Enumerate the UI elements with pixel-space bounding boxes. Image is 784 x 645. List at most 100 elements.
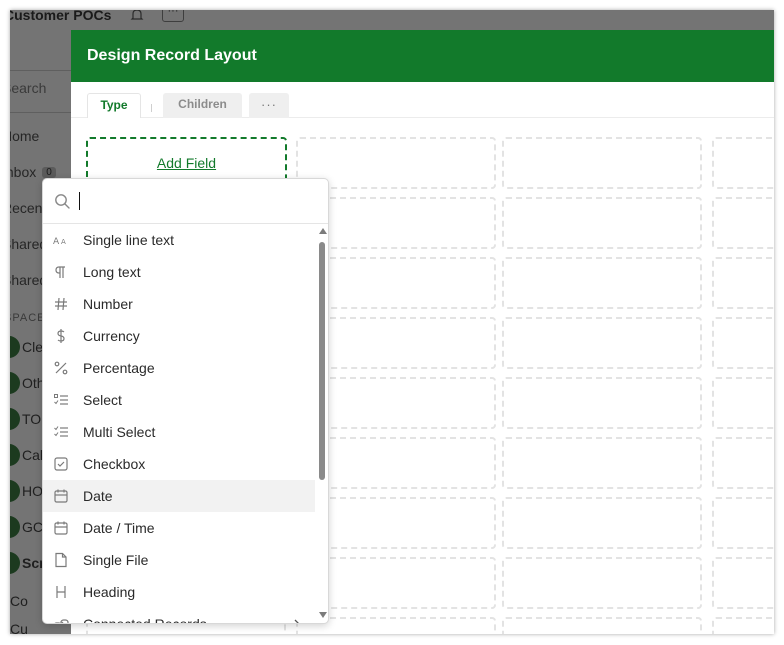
field-type-label: Checkbox [83, 456, 146, 472]
layout-grid-cell [712, 497, 774, 549]
checkbox-icon [53, 456, 69, 472]
app-title: Customer POCs [10, 10, 112, 23]
layout-grid-cell [502, 557, 702, 609]
layout-grid-cell [712, 557, 774, 609]
layout-grid-cell [502, 437, 702, 489]
field-type-option-connected-records[interactable]: Connected Records [43, 608, 315, 624]
scroll-up-arrow-icon[interactable] [319, 228, 327, 234]
sidebar-item-home: Home [10, 128, 40, 144]
layout-grid-cell [502, 137, 702, 189]
space-label: Cal [22, 447, 44, 463]
field-type-label: Percentage [83, 360, 155, 376]
layout-grid-cell [712, 437, 774, 489]
layout-grid-cell [502, 197, 702, 249]
hash-icon [53, 296, 69, 312]
svg-text:A: A [53, 237, 60, 247]
dialog-header: Design Record Layout [71, 30, 774, 82]
tab-divider [151, 104, 152, 112]
link-icon [53, 616, 69, 623]
space-avatar [10, 516, 20, 538]
calendar-clock-icon [53, 520, 69, 536]
layout-grid-cell [502, 317, 702, 369]
scroll-down-arrow-icon[interactable] [319, 612, 327, 618]
field-type-label: Number [83, 296, 133, 312]
chevron-right-icon [291, 617, 303, 623]
space-label: GC [22, 519, 43, 535]
tab-type[interactable]: Type [87, 93, 141, 118]
layout-grid-cell [712, 197, 774, 249]
field-type-option-checkbox[interactable]: Checkbox [43, 448, 315, 480]
calendar-icon [53, 488, 69, 504]
field-type-option-number[interactable]: Number [43, 288, 315, 320]
space-label: Cle [22, 339, 44, 355]
sidebar-item-label: Inbox [10, 164, 37, 180]
dropdown-scrollbar[interactable] [316, 224, 328, 623]
percent-icon [53, 360, 69, 376]
field-type-option-single-file[interactable]: Single File [43, 544, 315, 576]
dollar-icon [53, 328, 69, 344]
space-label: TO [22, 411, 42, 427]
space-avatar [10, 480, 20, 502]
add-field-link[interactable]: Add Field [88, 155, 285, 171]
layout-grid-cell [502, 617, 702, 634]
space-label: Co [10, 593, 28, 609]
sidebar-search-label: Search [10, 80, 47, 96]
space-avatar [10, 372, 20, 394]
layout-grid-cell [712, 317, 774, 369]
field-type-option-currency[interactable]: Currency [43, 320, 315, 352]
space-avatar [10, 552, 20, 574]
layout-grid-cell [712, 257, 774, 309]
field-type-list: AA Single line text Long text Number Cur… [43, 224, 315, 624]
bell-icon [130, 10, 144, 22]
field-type-label: Multi Select [83, 424, 156, 440]
dialog-title: Design Record Layout [87, 47, 257, 64]
heading-icon [53, 584, 69, 600]
tab-bar: Type Children ··· [71, 82, 774, 118]
field-type-option-heading[interactable]: Heading [43, 576, 315, 608]
field-type-label: Date [83, 488, 113, 504]
search-icon [54, 193, 71, 210]
dropdown-search-row [43, 179, 328, 224]
field-type-search-input[interactable] [77, 189, 317, 213]
layout-grid-cell [502, 257, 702, 309]
field-type-dropdown: AA Single line text Long text Number Cur… [42, 178, 329, 624]
field-type-option-date[interactable]: Date [43, 480, 315, 512]
space-label: Cu [10, 621, 28, 634]
background-topbar: Customer POCs ··· [10, 10, 774, 28]
layout-grid-cell [712, 617, 774, 634]
tab-more-button[interactable]: ··· [249, 93, 289, 118]
divider [10, 70, 72, 71]
layout-grid-cell [712, 137, 774, 189]
divider [10, 112, 72, 113]
field-type-label: Single File [83, 552, 149, 568]
field-type-label: Long text [83, 264, 141, 280]
tab-children[interactable]: Children [163, 93, 242, 118]
field-type-label: Select [83, 392, 122, 408]
field-type-option-select[interactable]: Select [43, 384, 315, 416]
field-type-label: Connected Records [83, 616, 207, 624]
select-list-icon [53, 392, 69, 408]
field-type-option-long-text[interactable]: Long text [43, 256, 315, 288]
layout-grid-cell [712, 377, 774, 429]
field-type-label: Heading [83, 584, 136, 600]
space-label: HO [22, 483, 43, 499]
text-size-icon: AA [53, 232, 69, 248]
field-type-label: Currency [83, 328, 140, 344]
layout-grid-cell [502, 377, 702, 429]
multi-select-list-icon [53, 424, 69, 440]
field-type-option-multi-select[interactable]: Multi Select [43, 416, 315, 448]
field-type-option-single-line-text[interactable]: AA Single line text [43, 224, 315, 256]
scrollbar-thumb[interactable] [319, 242, 325, 480]
field-type-option-percentage[interactable]: Percentage [43, 352, 315, 384]
more-icon: ··· [162, 10, 184, 22]
file-icon [53, 552, 69, 568]
field-type-label: Date / Time [83, 520, 155, 536]
screen: Customer POCs ··· Search Home Inbox 0 Rec… [10, 10, 774, 634]
layout-grid-cell [502, 497, 702, 549]
space-avatar [10, 408, 20, 430]
paragraph-icon [53, 264, 69, 280]
field-type-option-date-time[interactable]: Date / Time [43, 512, 315, 544]
svg-text:A: A [61, 238, 66, 246]
sidebar-item-recent: Recent [10, 200, 47, 216]
text-caret [79, 192, 80, 210]
